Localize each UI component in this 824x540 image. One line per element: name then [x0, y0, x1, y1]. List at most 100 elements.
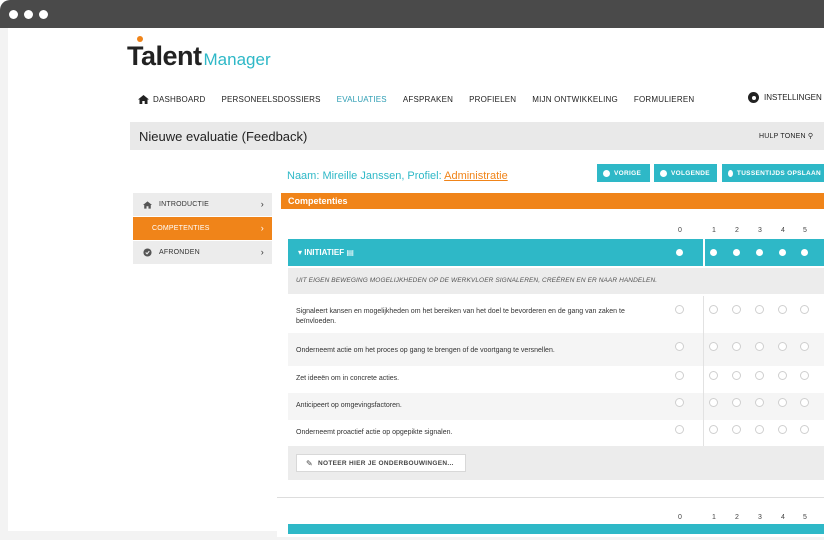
sidebar-item-label: INTRODUCTIE — [159, 201, 210, 208]
rating-radio[interactable] — [800, 342, 809, 351]
help-label: HULP TONEN — [759, 133, 806, 140]
sidebar-item-competenties[interactable]: COMPETENTIES › — [133, 217, 272, 241]
rating-radio[interactable] — [732, 305, 741, 314]
help-toggle[interactable]: HULP TONEN ⚲ — [759, 132, 813, 140]
rating-radio[interactable] — [800, 371, 809, 380]
main-nav: DASHBOARD PERSONEELSDOSSIERS EVALUATIES … — [138, 92, 710, 106]
logo-dot-icon — [137, 36, 143, 42]
window-close-dot[interactable] — [9, 10, 18, 19]
select-all-3[interactable] — [756, 249, 763, 256]
rating-radio[interactable] — [675, 371, 684, 380]
window-minimize-dot[interactable] — [24, 10, 33, 19]
rating-radio[interactable] — [709, 425, 718, 434]
rating-radio[interactable] — [778, 398, 787, 407]
rating-radio[interactable] — [675, 425, 684, 434]
next-competence-header[interactable] — [288, 524, 824, 534]
section-header: Competenties — [281, 193, 824, 209]
scale-divider — [703, 296, 704, 446]
question-text: Onderneemt actie om het proces op gang t… — [296, 347, 555, 354]
settings-link[interactable]: INSTELLINGEN — [748, 92, 822, 103]
previous-label: VORIGE — [614, 169, 642, 177]
competence-title: INITIATIEF — [304, 248, 345, 257]
next-button[interactable]: VOLGENDE — [654, 164, 717, 182]
add-note-button[interactable]: ✎ NOTEER HIER JE ONDERBOUWINGEN... — [296, 454, 466, 472]
rating-radio[interactable] — [675, 305, 684, 314]
save-draft-label: TUSSENTIJDS OPSLAAN — [736, 169, 821, 177]
rating-radio[interactable] — [732, 398, 741, 407]
select-all-4[interactable] — [779, 249, 786, 256]
question-row: Zet ideeën om in concrete acties. — [288, 366, 824, 393]
logo-suffix: Manager — [203, 50, 271, 70]
rating-radio[interactable] — [755, 342, 764, 351]
rating-radio[interactable] — [755, 371, 764, 380]
pencil-icon: ✎ — [306, 458, 314, 468]
question-text: Anticipeert op omgevingsfactoren. — [296, 402, 402, 409]
sidebar: INTRODUCTIE › COMPETENTIES › AFRONDEN › — [133, 193, 272, 265]
scale-label-1: 1 — [712, 227, 716, 234]
select-all-0[interactable] — [676, 249, 683, 256]
previous-button[interactable]: VORIGE — [597, 164, 650, 182]
rating-radio[interactable] — [755, 398, 764, 407]
question-row: Onderneemt proactief actie op opgepikte … — [288, 420, 824, 446]
person-info: Naam: Mireille Janssen, Profiel: Adminis… — [287, 170, 508, 182]
home-icon — [138, 94, 149, 104]
rating-radio[interactable] — [755, 425, 764, 434]
page-header: Nieuwe evaluatie (Feedback) HULP TONEN ⚲ — [130, 122, 824, 150]
competence-description-text: UIT EIGEN BEWEGING MOGELIJKHEDEN OP DE W… — [296, 277, 658, 284]
rating-radio[interactable] — [709, 342, 718, 351]
rating-radio[interactable] — [778, 425, 787, 434]
rating-radio[interactable] — [709, 305, 718, 314]
notes-icon: ▤ — [346, 248, 354, 257]
scale-label-1: 1 — [712, 514, 716, 521]
rating-radio[interactable] — [675, 398, 684, 407]
nav-formulieren[interactable]: FORMULIEREN — [634, 95, 694, 104]
rating-radio[interactable] — [732, 342, 741, 351]
page-title: Nieuwe evaluatie (Feedback) — [139, 129, 308, 144]
rating-radio[interactable] — [778, 342, 787, 351]
rating-radio[interactable] — [709, 398, 718, 407]
question-text: Signaleert kansen en mogelijkheden om he… — [296, 308, 625, 325]
nav-personeelsdossiers[interactable]: PERSONEELSDOSSIERS — [221, 95, 320, 104]
rating-radio[interactable] — [755, 305, 764, 314]
nav-afspraken[interactable]: AFSPRAKEN — [403, 95, 453, 104]
nav-profielen[interactable]: PROFIELEN — [469, 95, 516, 104]
competence-title-wrap: ▾ INITIATIEF ▤ — [298, 248, 354, 257]
logo-brand: Talent — [127, 41, 202, 71]
question-row: Anticipeert op omgevingsfactoren. — [288, 393, 824, 420]
rating-radio[interactable] — [675, 342, 684, 351]
question-row: Onderneemt actie om het proces op gang t… — [288, 333, 824, 366]
scale-label-5: 5 — [803, 227, 807, 234]
scale-separator — [703, 239, 705, 266]
rating-radio[interactable] — [800, 425, 809, 434]
save-draft-button[interactable]: TUSSENTIJDS OPSLAAN — [722, 164, 824, 182]
nav-dashboard[interactable]: DASHBOARD — [153, 95, 205, 104]
talent-manager-logo[interactable]: Talent Manager — [127, 36, 271, 70]
scale-label-3: 3 — [758, 227, 762, 234]
rating-radio[interactable] — [732, 425, 741, 434]
scale-label-4: 4 — [781, 227, 785, 234]
settings-label: INSTELLINGEN — [764, 93, 822, 102]
circle-check-icon — [140, 248, 154, 257]
rating-radio[interactable] — [778, 305, 787, 314]
competence-header[interactable]: ▾ INITIATIEF ▤ — [288, 239, 824, 266]
nav-mijn-ontwikkeling[interactable]: MIJN ONTWIKKELING — [532, 95, 618, 104]
nav-evaluaties[interactable]: EVALUATIES — [337, 95, 387, 104]
home-icon — [140, 200, 154, 209]
rating-radio[interactable] — [778, 371, 787, 380]
profile-link[interactable]: Administratie — [444, 170, 508, 182]
sidebar-item-afronden[interactable]: AFRONDEN › — [133, 241, 272, 265]
window-maximize-dot[interactable] — [39, 10, 48, 19]
next-label: VOLGENDE — [671, 169, 710, 177]
rating-radio[interactable] — [800, 398, 809, 407]
rating-radio[interactable] — [709, 371, 718, 380]
sidebar-item-introductie[interactable]: INTRODUCTIE › — [133, 193, 272, 217]
save-icon — [728, 169, 733, 177]
select-all-1[interactable] — [710, 249, 717, 256]
rating-radio[interactable] — [732, 371, 741, 380]
rating-radio[interactable] — [800, 305, 809, 314]
select-all-2[interactable] — [733, 249, 740, 256]
select-all-5[interactable] — [801, 249, 808, 256]
scale-label-3: 3 — [758, 514, 762, 521]
chevron-right-icon: › — [260, 199, 264, 209]
scale-label-2: 2 — [735, 514, 739, 521]
